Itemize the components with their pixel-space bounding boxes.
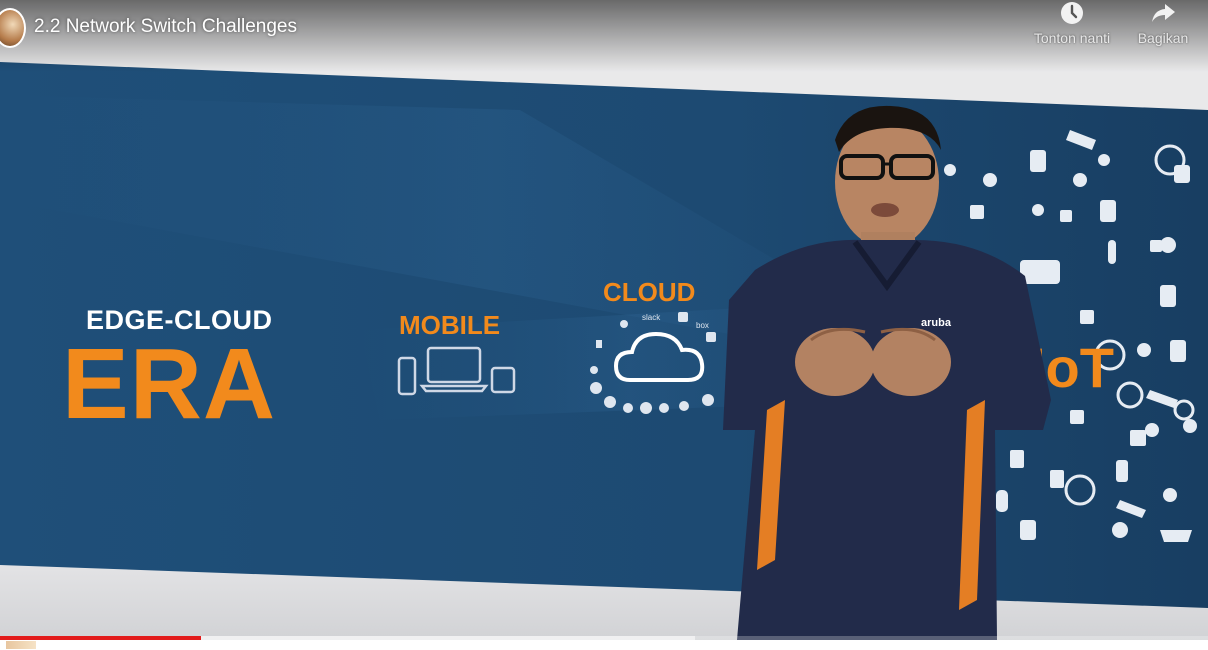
video-player[interactable]: EDGE-CLOUD ERA MOBILE CLOUD slack box Io… bbox=[0, 0, 1208, 650]
presenter: aruba bbox=[723, 105, 1051, 640]
video-title[interactable]: 2.2 Network Switch Challenges bbox=[34, 16, 297, 38]
strip-mark bbox=[6, 641, 36, 649]
controls-strip bbox=[0, 640, 1208, 650]
share-button[interactable]: Bagikan bbox=[1128, 0, 1198, 46]
era-label: ERA bbox=[62, 328, 277, 440]
shirt-logo: aruba bbox=[921, 317, 952, 329]
share-label: Bagikan bbox=[1137, 30, 1189, 46]
cloud-service-label-box: box bbox=[696, 321, 709, 330]
share-arrow-icon bbox=[1152, 4, 1175, 22]
cloud-service-label-slack: slack bbox=[642, 313, 661, 322]
watch-later-button[interactable]: Tonton nanti bbox=[1024, 0, 1120, 46]
mobile-devices-icon bbox=[397, 346, 516, 396]
watch-later-label: Tonton nanti bbox=[1033, 30, 1111, 46]
mobile-label: MOBILE bbox=[399, 310, 501, 340]
clock-icon bbox=[1061, 2, 1083, 24]
